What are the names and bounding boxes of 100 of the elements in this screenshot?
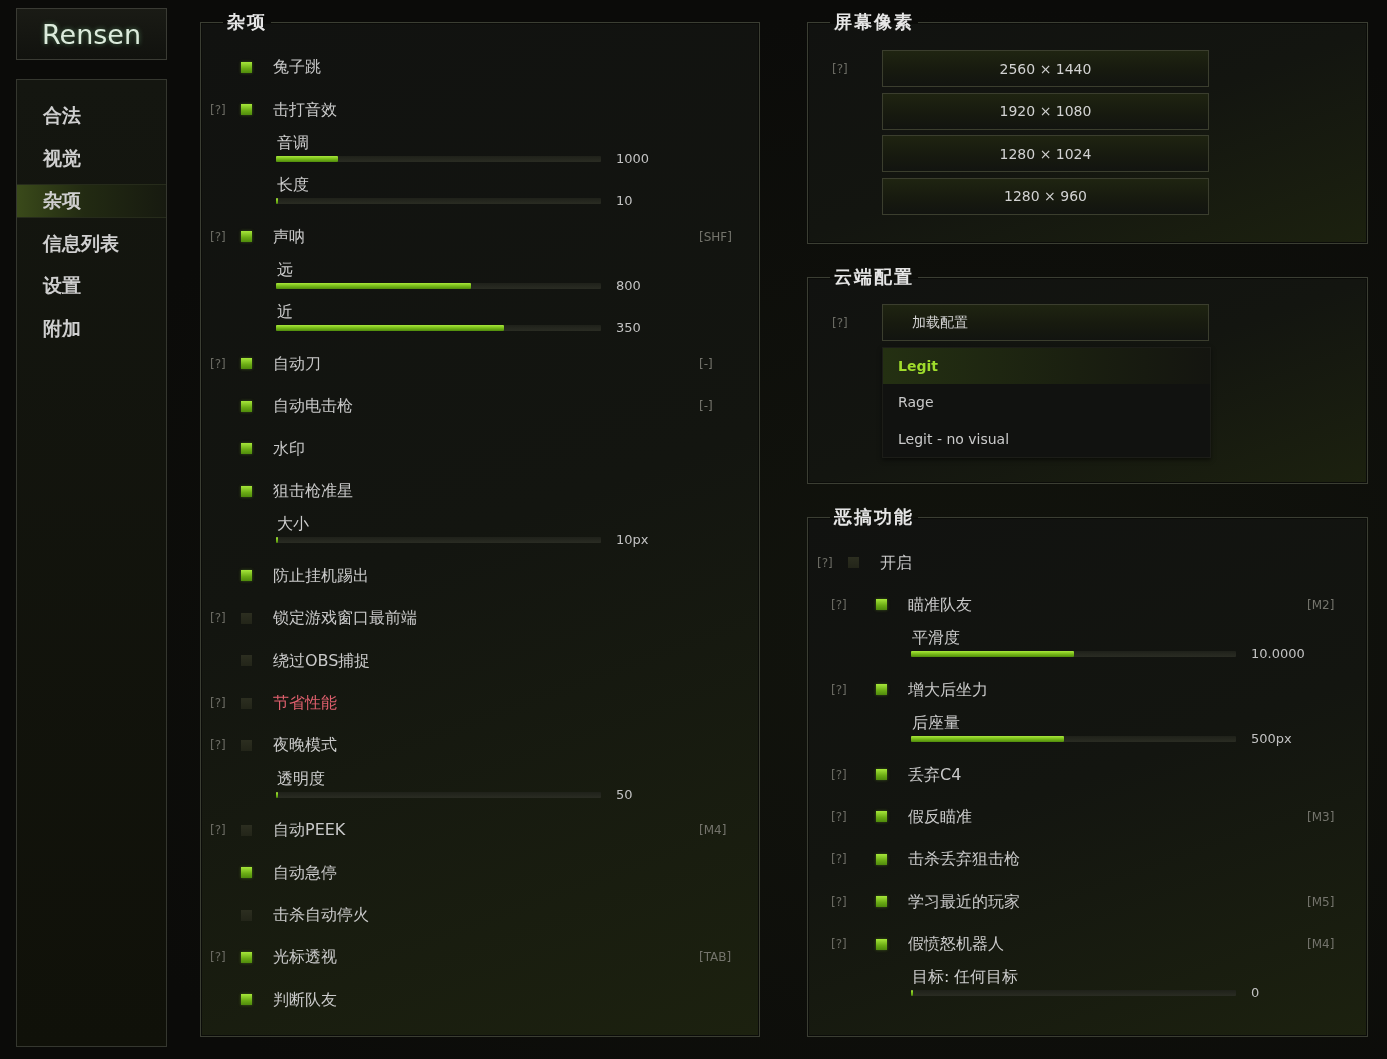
nav-item[interactable]: 信息列表	[17, 226, 166, 261]
checkbox[interactable]	[876, 769, 887, 781]
checkbox[interactable]	[241, 400, 252, 412]
slider-label: 后座量	[911, 712, 960, 733]
slider-value: 500px	[1251, 730, 1292, 747]
resolution-button[interactable]: 1280 × 1024	[882, 135, 1209, 172]
checkbox[interactable]	[241, 104, 252, 116]
option-label: 自动PEEK	[273, 820, 346, 841]
option-label: 击打音效	[273, 99, 337, 120]
help-marker: [?]	[817, 554, 833, 571]
slider-track[interactable]	[911, 735, 1236, 742]
dropdown-option[interactable]: Legit	[883, 348, 1210, 385]
checkbox[interactable]	[241, 867, 252, 879]
help-marker: [?]	[210, 610, 226, 627]
help-marker: [?]	[210, 228, 226, 245]
option-label: 狙击枪准星	[273, 481, 353, 502]
checkbox[interactable]	[876, 684, 887, 696]
option-label: 自动电击枪	[273, 396, 353, 417]
help-marker: [?]	[210, 695, 226, 712]
slider-track[interactable]	[276, 282, 601, 289]
checkbox[interactable]	[848, 557, 859, 569]
checkbox[interactable]	[241, 485, 252, 497]
resolution-button[interactable]: 1280 × 960	[882, 177, 1209, 215]
hotkey-binding[interactable]: [M5]	[1307, 893, 1335, 910]
checkbox[interactable]	[876, 811, 887, 823]
option-label: 夜晚模式	[273, 735, 337, 756]
checkbox[interactable]	[876, 853, 887, 865]
checkbox[interactable]	[241, 443, 252, 455]
help-marker: [?]	[210, 101, 226, 118]
help-marker: [?]	[831, 851, 847, 868]
slider-track[interactable]	[276, 198, 601, 205]
hotkey-binding[interactable]: [SHF]	[699, 228, 732, 245]
panel-title: 恶搞功能	[832, 505, 915, 530]
nav-item[interactable]: 视觉	[17, 141, 166, 176]
resolution-button[interactable]: 2560 × 1440	[882, 50, 1209, 87]
option-label: 击杀丢弃狙击枪	[908, 849, 1020, 870]
checkbox[interactable]	[876, 938, 887, 950]
slider-label: 近	[276, 302, 293, 323]
checkbox[interactable]	[241, 612, 252, 624]
checkbox[interactable]	[876, 599, 887, 611]
slider-track[interactable]	[276, 325, 601, 332]
nav-item[interactable]: 附加	[17, 311, 166, 346]
help-marker: [?]	[831, 808, 847, 825]
checkbox[interactable]	[241, 951, 252, 963]
option-label: 假愤怒机器人	[908, 934, 1004, 955]
hotkey-binding[interactable]: [-]	[699, 355, 713, 372]
option-label: 水印	[273, 438, 305, 459]
nav-item[interactable]: 合法	[17, 99, 166, 133]
slider-track[interactable]	[911, 990, 1236, 997]
slider-value: 350	[616, 320, 641, 337]
slider-track[interactable]	[911, 651, 1236, 658]
slider-value: 50	[616, 786, 633, 803]
checkbox[interactable]	[241, 231, 252, 243]
slider-value: 10px	[616, 532, 649, 549]
option-label: 开启	[880, 552, 912, 573]
dropdown-option[interactable]: Rage	[883, 384, 1210, 421]
help-marker: [?]	[210, 949, 226, 966]
slider-track[interactable]	[276, 537, 601, 544]
option-label: 丢弃C4	[908, 764, 962, 785]
slider-value: 0	[1251, 985, 1260, 1002]
checkbox[interactable]	[241, 739, 252, 751]
app-logo: Rensen	[16, 8, 167, 60]
slider-label: 大小	[276, 514, 309, 535]
checkbox[interactable]	[241, 655, 252, 667]
checkbox[interactable]	[241, 697, 252, 709]
checkbox[interactable]	[241, 61, 252, 73]
dropdown-button[interactable]: 加载配置	[882, 304, 1209, 341]
checkbox[interactable]	[876, 896, 887, 908]
slider-track[interactable]	[276, 791, 601, 798]
slider-label: 平滑度	[911, 628, 960, 649]
checkbox[interactable]	[241, 358, 252, 370]
nav-item[interactable]: 杂项	[17, 184, 166, 218]
checkbox[interactable]	[241, 994, 252, 1006]
option-label: 光标透视	[273, 947, 337, 968]
help-marker: [?]	[210, 355, 226, 372]
panel-title: 杂项	[226, 10, 268, 34]
option-label: 自动刀	[273, 353, 321, 374]
dropdown-option[interactable]: Legit - no visual	[883, 420, 1210, 457]
hotkey-binding[interactable]: [-]	[699, 398, 713, 415]
hotkey-binding[interactable]: [M2]	[1307, 596, 1335, 613]
checkbox[interactable]	[241, 570, 252, 582]
hotkey-binding[interactable]: [M4]	[699, 822, 727, 839]
slider-label: 透明度	[276, 768, 325, 789]
option-label: 自动急停	[273, 862, 337, 883]
option-label: 节省性能	[273, 693, 337, 714]
slider-track[interactable]	[276, 155, 601, 162]
help-marker: [?]	[831, 936, 847, 953]
nav-item[interactable]: 设置	[17, 269, 166, 303]
hotkey-binding[interactable]: [TAB]	[699, 949, 732, 966]
option-label: 瞄准队友	[908, 594, 972, 615]
hotkey-binding[interactable]: [M3]	[1307, 808, 1335, 825]
resolution-button[interactable]: 1920 × 1080	[882, 92, 1209, 130]
option-label: 绕过OBS捕捉	[273, 650, 371, 671]
slider-value: 10.0000	[1251, 646, 1305, 663]
option-label: 防止挂机踢出	[273, 565, 369, 586]
help-marker: [?]	[832, 314, 848, 331]
hotkey-binding[interactable]: [M4]	[1307, 936, 1335, 953]
option-label: 学习最近的玩家	[908, 891, 1020, 912]
slider-label: 音调	[276, 132, 309, 153]
option-label: 增大后坐力	[908, 679, 988, 700]
